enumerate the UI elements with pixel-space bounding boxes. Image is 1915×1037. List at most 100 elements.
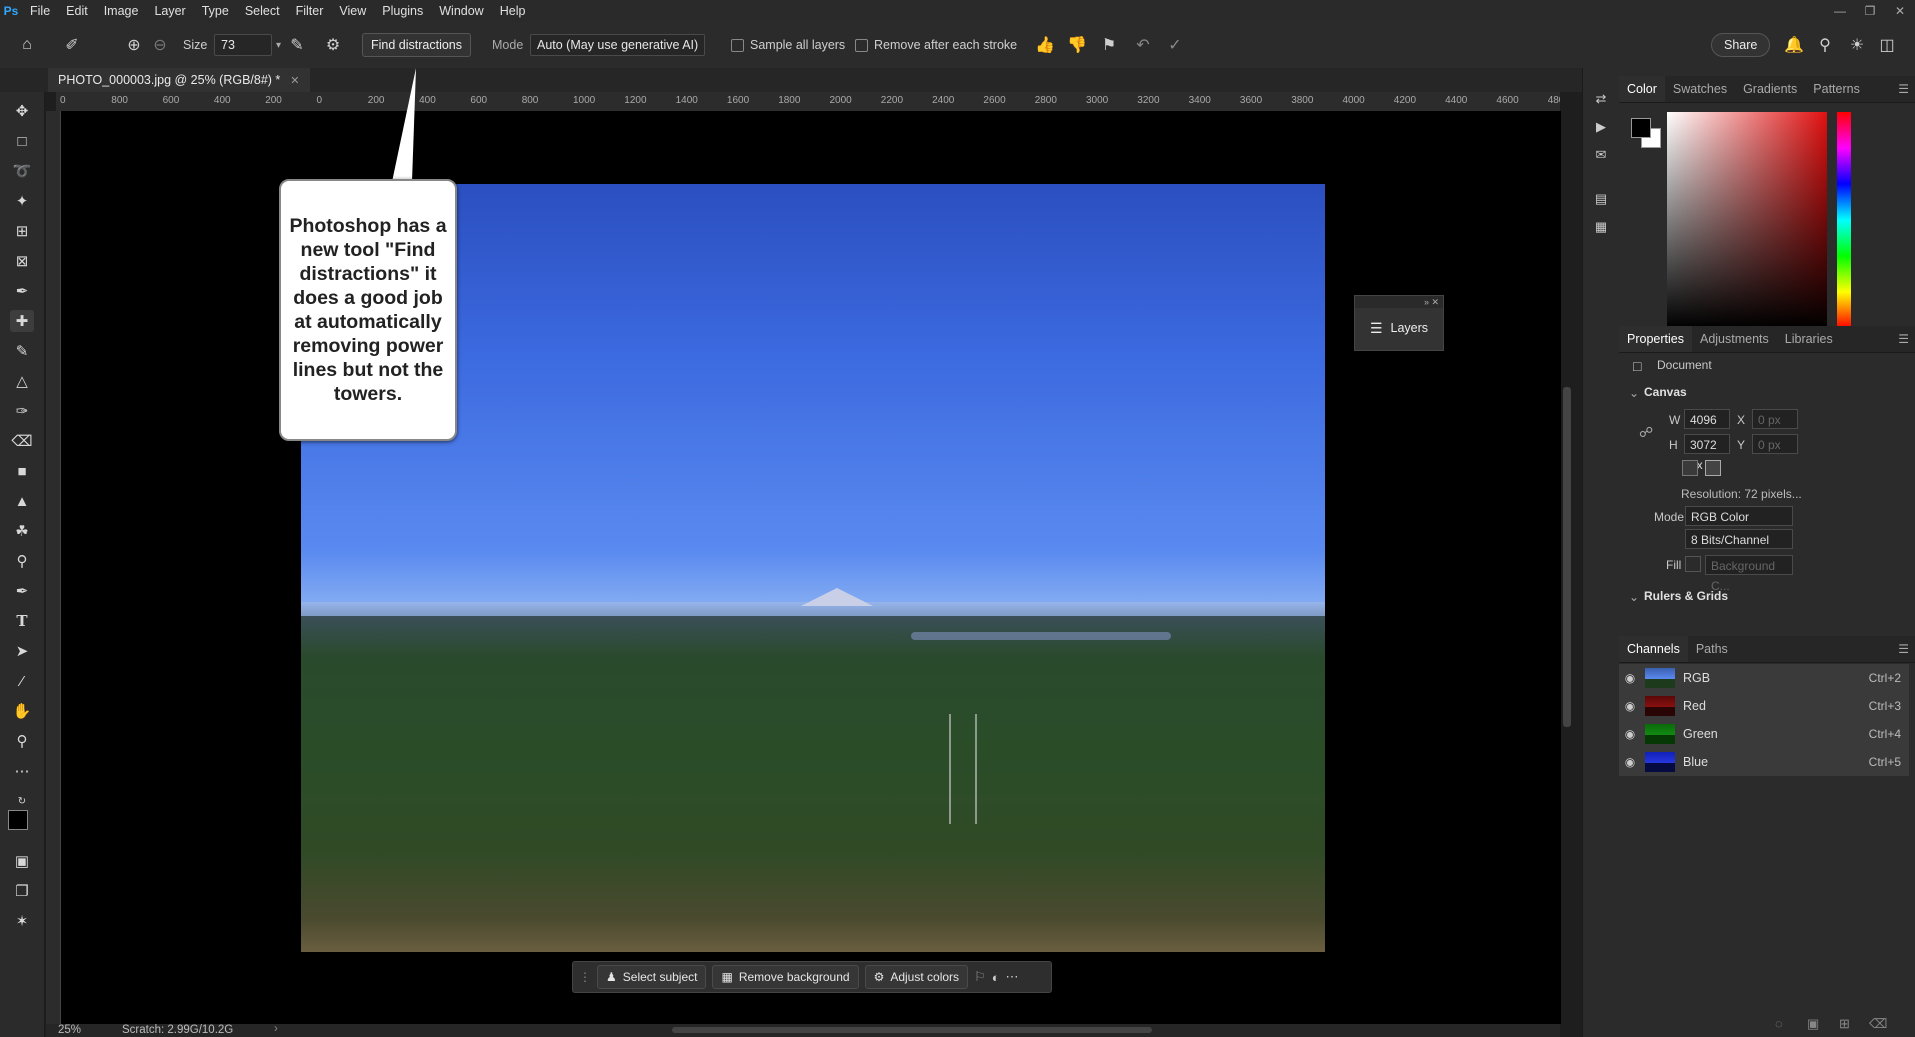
lasso-tool-icon[interactable]: ➰ xyxy=(10,160,34,182)
eyedropper-tool-icon[interactable]: ✒ xyxy=(10,280,34,302)
lightbulb-icon[interactable]: ☀ xyxy=(1846,22,1868,68)
size-input[interactable]: 73 xyxy=(214,34,272,56)
menu-layer[interactable]: Layer xyxy=(146,0,193,22)
hue-slider[interactable] xyxy=(1837,112,1851,328)
menu-help[interactable]: Help xyxy=(492,0,534,22)
tab-libraries[interactable]: Libraries xyxy=(1777,326,1841,352)
eye-icon[interactable]: ◉ xyxy=(1619,699,1641,713)
menu-select[interactable]: Select xyxy=(237,0,288,22)
more-tools-icon[interactable]: ⋯ xyxy=(10,760,34,782)
zoom-tool-icon[interactable]: ⚲ xyxy=(10,730,34,752)
crop-tool-icon[interactable]: ⊞ xyxy=(10,220,34,242)
menu-type[interactable]: Type xyxy=(194,0,237,22)
tab-paths[interactable]: Paths xyxy=(1688,636,1736,662)
thumbs-down-icon[interactable]: 👎 xyxy=(1066,22,1088,68)
path-selection-tool-icon[interactable]: ➤ xyxy=(10,640,34,662)
eye-icon[interactable]: ◉ xyxy=(1619,671,1641,685)
new-channel-icon[interactable]: ⊞ xyxy=(1839,1016,1850,1032)
menu-file[interactable]: File xyxy=(22,0,58,22)
move-tool-icon[interactable]: ✥ xyxy=(10,100,34,122)
y-field[interactable]: 0 px xyxy=(1752,434,1798,454)
remove-tool-preset-icon[interactable]: ✐ xyxy=(62,22,82,68)
type-tool-icon[interactable]: T xyxy=(10,610,34,632)
hand-tool-icon[interactable]: ✋ xyxy=(10,700,34,722)
rulers-grids-section-title[interactable]: Rulers & Grids xyxy=(1644,589,1728,603)
vertical-scrollbar[interactable] xyxy=(1563,387,1571,727)
channel-row[interactable]: ◉ RGB Ctrl+2 xyxy=(1619,664,1909,693)
mask-icon[interactable]: ⚐ xyxy=(974,969,986,985)
chevron-down-icon[interactable]: ▾ xyxy=(276,40,281,51)
tab-swatches[interactable]: Swatches xyxy=(1665,76,1735,102)
eye-icon[interactable]: ◉ xyxy=(1619,727,1641,741)
link-icon[interactable]: ☍ xyxy=(1639,424,1653,441)
stamp-tool-icon[interactable]: △ xyxy=(10,370,34,392)
pressure-icon[interactable]: ✎ xyxy=(286,22,308,68)
home-icon[interactable]: ⌂ xyxy=(14,22,40,68)
quick-mask-icon[interactable]: ▣ xyxy=(10,850,34,872)
tab-patterns[interactable]: Patterns xyxy=(1805,76,1868,102)
document-tab[interactable]: PHOTO_000003.jpg @ 25% (RGB/8#) * ✕ xyxy=(48,68,310,92)
chevron-right-icon[interactable]: › xyxy=(274,1023,278,1035)
bell-icon[interactable]: 🔔 xyxy=(1784,22,1804,68)
close-icon[interactable]: ✕ xyxy=(1885,0,1915,22)
more-options-icon[interactable]: ⋯ xyxy=(1006,969,1019,985)
tab-color[interactable]: Color xyxy=(1619,76,1665,102)
canvas-section-title[interactable]: Canvas xyxy=(1644,385,1687,399)
fill-swatch[interactable] xyxy=(1685,556,1701,572)
drag-handle-icon[interactable]: ⋮ xyxy=(579,970,591,984)
generative-icon[interactable]: ✶ xyxy=(10,910,34,932)
tab-adjustments[interactable]: Adjustments xyxy=(1692,326,1777,352)
height-field[interactable]: 3072 px xyxy=(1684,434,1730,472)
add-mode-icon[interactable]: ⊕ xyxy=(124,22,144,68)
eraser-tool-icon[interactable]: ⌫ xyxy=(10,430,34,452)
gradient-tool-icon[interactable]: ■ xyxy=(10,460,34,482)
frame-tool-icon[interactable]: ⊠ xyxy=(10,250,34,272)
share-button[interactable]: Share xyxy=(1711,33,1771,57)
close-tab-icon[interactable]: ✕ xyxy=(290,74,299,87)
undo-icon[interactable]: ↶ xyxy=(1132,22,1154,68)
delete-icon[interactable]: ⌫ xyxy=(1869,1016,1887,1032)
channel-row[interactable]: ◉ Blue Ctrl+5 xyxy=(1619,748,1909,777)
workspace-icon[interactable]: ◫ xyxy=(1876,22,1898,68)
thumbs-up-icon[interactable]: 👍 xyxy=(1034,22,1056,68)
subtract-mode-icon[interactable]: ⊖ xyxy=(150,22,170,68)
zoom-level[interactable]: 25% xyxy=(58,1024,81,1036)
properties-icon[interactable]: ▤ xyxy=(1592,190,1610,208)
select-subject-button[interactable]: ♟ Select subject xyxy=(597,965,707,989)
chevron-down-icon[interactable]: ⌄ xyxy=(1629,590,1639,604)
checkbox-icon[interactable] xyxy=(855,38,868,52)
menu-edit[interactable]: Edit xyxy=(58,0,96,22)
object-selection-tool-icon[interactable]: ✦ xyxy=(10,190,34,212)
panel-collapse-icon[interactable]: » ✕ xyxy=(1355,296,1443,308)
blur-tool-icon[interactable]: ▲ xyxy=(10,490,34,512)
smudge-tool-icon[interactable]: ☘ xyxy=(10,520,34,542)
sample-all-layers-checkbox[interactable]: Sample all layers xyxy=(731,22,845,68)
eye-icon[interactable]: ◉ xyxy=(1619,755,1641,769)
flag-icon[interactable]: ⚑ xyxy=(1098,22,1120,68)
mode-select[interactable]: Auto (May use generative AI) xyxy=(530,34,706,56)
load-selection-icon[interactable]: ◌ xyxy=(1775,1016,1783,1031)
tab-gradients[interactable]: Gradients xyxy=(1735,76,1805,102)
marquee-tool-icon[interactable]: □ xyxy=(10,130,34,152)
swap-colors-icon[interactable]: ↻ xyxy=(10,790,34,812)
mode-select[interactable]: RGB Color xyxy=(1685,506,1793,526)
comment-icon[interactable]: ✉ xyxy=(1592,146,1610,164)
adjust-colors-button[interactable]: ⚙ Adjust colors xyxy=(864,965,969,989)
screen-mode-icon[interactable]: ❐ xyxy=(10,880,34,902)
menu-view[interactable]: View xyxy=(331,0,374,22)
tab-properties[interactable]: Properties xyxy=(1619,326,1692,352)
remove-after-stroke-checkbox[interactable]: Remove after each stroke xyxy=(855,22,1017,68)
menu-image[interactable]: Image xyxy=(96,0,147,22)
landscape-orientation-icon[interactable] xyxy=(1705,460,1721,476)
tab-channels[interactable]: Channels xyxy=(1619,636,1688,662)
portrait-orientation-icon[interactable] xyxy=(1682,460,1698,476)
remove-tool-icon[interactable]: ✚ xyxy=(10,310,34,332)
info-icon[interactable]: ▦ xyxy=(1592,218,1610,236)
restore-icon[interactable]: ❐ xyxy=(1855,0,1885,22)
find-distractions-button[interactable]: Find distractions xyxy=(362,33,472,57)
width-field[interactable]: 4096 px xyxy=(1684,409,1730,447)
foreground-color-swatch[interactable] xyxy=(8,810,28,830)
menu-plugins[interactable]: Plugins xyxy=(374,0,431,22)
dodge-tool-icon[interactable]: ⚲ xyxy=(10,550,34,572)
channel-row[interactable]: ◉ Red Ctrl+3 xyxy=(1619,692,1909,721)
